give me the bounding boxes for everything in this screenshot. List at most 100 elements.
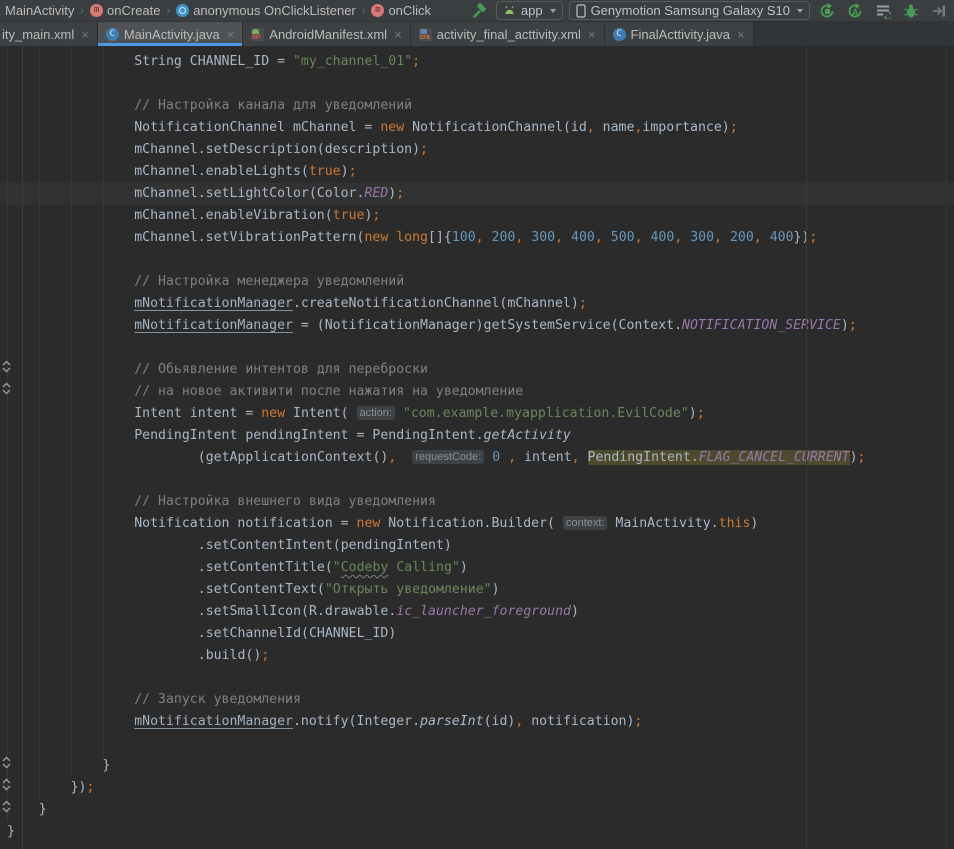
indent-guide bbox=[71, 47, 72, 777]
code-line[interactable] bbox=[0, 73, 954, 95]
code-line[interactable]: } bbox=[0, 821, 954, 843]
apply-code-changes-icon[interactable]: A bbox=[844, 1, 866, 21]
tab-label: AndroidManifest.xml bbox=[269, 27, 387, 42]
code-line[interactable]: // на новое активити после нажатия на ув… bbox=[0, 381, 954, 403]
code-line[interactable]: Notification notification = new Notifica… bbox=[0, 513, 954, 535]
code-line[interactable]: // Настройка канала для уведомлений bbox=[0, 95, 954, 117]
code-line[interactable] bbox=[0, 249, 954, 271]
tab-label: FinalActtivity.java bbox=[631, 27, 730, 42]
close-icon[interactable]: × bbox=[227, 27, 235, 42]
code-area[interactable]: String CHANNEL_ID = "my_channel_01"; // Н… bbox=[0, 47, 954, 843]
code-line[interactable]: .setSmallIcon(R.drawable.ic_launcher_for… bbox=[0, 601, 954, 623]
tab-mainactivity-java[interactable]: C MainActivity.java × bbox=[98, 22, 243, 46]
breadcrumb-item-onclick[interactable]: m onClick bbox=[368, 3, 434, 18]
code-line[interactable]: mChannel.enableVibration(true); bbox=[0, 205, 954, 227]
parameter-hint: context: bbox=[563, 516, 608, 530]
tab-finalacttivity-java[interactable]: C FinalActtivity.java × bbox=[605, 22, 754, 46]
code-line[interactable]: .setContentText("Открыть уведомление") bbox=[0, 579, 954, 601]
code-line-current[interactable]: mChannel.setLightColor(Color.RED); bbox=[0, 183, 954, 205]
rerun-activity-icon[interactable] bbox=[816, 1, 838, 21]
attach-debugger-icon[interactable] bbox=[928, 1, 950, 21]
code-line[interactable]: // Настройка внешнего вида уведомления bbox=[0, 491, 954, 513]
code-line[interactable]: mChannel.setVibrationPattern(new long[]{… bbox=[0, 227, 954, 249]
parameter-hint: action: bbox=[357, 406, 395, 420]
code-line[interactable]: (getApplicationContext(), requestCode: 0… bbox=[0, 447, 954, 469]
code-line[interactable]: mNotificationManager.notify(Integer.pars… bbox=[0, 711, 954, 733]
profiler-icon[interactable] bbox=[872, 1, 894, 21]
indent-guide bbox=[7, 47, 8, 821]
fold-marker-icon[interactable] bbox=[1, 777, 12, 797]
tab-label: activity_final_acttivity.xml bbox=[437, 27, 581, 42]
debug-icon[interactable] bbox=[900, 1, 922, 21]
close-icon[interactable]: × bbox=[737, 27, 745, 42]
breadcrumb-separator: › bbox=[166, 5, 172, 17]
code-line[interactable]: .setChannelId(CHANNEL_ID) bbox=[0, 623, 954, 645]
breadcrumb-label: onClick bbox=[388, 3, 431, 18]
tab-label: ity_main.xml bbox=[2, 27, 74, 42]
code-line[interactable]: .build(); bbox=[0, 645, 954, 667]
code-editor[interactable]: String CHANNEL_ID = "my_channel_01"; // Н… bbox=[0, 47, 954, 849]
scrollbar-track-border bbox=[946, 47, 947, 849]
chevron-down-icon bbox=[797, 9, 803, 13]
fold-marker-icon[interactable] bbox=[1, 359, 12, 379]
gutter-border bbox=[22, 47, 23, 849]
code-line[interactable]: }); bbox=[0, 777, 954, 799]
close-icon[interactable]: × bbox=[394, 27, 402, 42]
android-icon bbox=[503, 5, 516, 16]
tab-activity-final-acttivity-xml[interactable]: activity_final_acttivity.xml × bbox=[411, 22, 605, 46]
fold-marker-icon[interactable] bbox=[1, 755, 12, 775]
android-studio-window: MainActivity › m onCreate › anonymous On… bbox=[0, 0, 954, 849]
code-line[interactable]: // Запуск уведомления bbox=[0, 689, 954, 711]
fold-marker-icon[interactable] bbox=[1, 799, 12, 819]
breadcrumb-separator: › bbox=[361, 5, 367, 17]
breadcrumb-label: anonymous OnClickListener bbox=[193, 3, 356, 18]
fold-marker-icon[interactable] bbox=[1, 381, 12, 401]
breadcrumb-label: MainActivity bbox=[5, 3, 74, 18]
code-line[interactable]: mChannel.setDescription(description); bbox=[0, 139, 954, 161]
java-class-icon: C bbox=[106, 28, 119, 41]
right-margin-line bbox=[806, 47, 807, 849]
method-icon: m bbox=[371, 4, 384, 17]
device-label: Genymotion Samsung Galaxy S10 bbox=[591, 3, 790, 18]
indent-guide bbox=[103, 47, 104, 755]
close-icon[interactable]: × bbox=[81, 27, 89, 42]
code-line[interactable]: // Обьявление интентов для переброски bbox=[0, 359, 954, 381]
run-configuration-selector[interactable]: app bbox=[496, 1, 563, 20]
close-icon[interactable]: × bbox=[588, 27, 596, 42]
method-icon: m bbox=[90, 4, 103, 17]
tab-androidmanifest-xml[interactable]: AndroidManifest.xml × bbox=[243, 22, 410, 46]
code-line[interactable] bbox=[0, 733, 954, 755]
run-configuration-label: app bbox=[521, 3, 543, 18]
chevron-down-icon bbox=[550, 9, 556, 13]
manifest-file-icon bbox=[251, 28, 264, 41]
java-class-icon: C bbox=[613, 28, 626, 41]
code-line[interactable]: mNotificationManager = (NotificationMana… bbox=[0, 315, 954, 337]
svg-text:A: A bbox=[852, 7, 859, 17]
breadcrumb-item-anonymous-onclicklistener[interactable]: anonymous OnClickListener bbox=[173, 3, 359, 18]
tab-activity-main-xml[interactable]: ity_main.xml × bbox=[0, 22, 98, 46]
code-line[interactable]: NotificationChannel mChannel = new Notif… bbox=[0, 117, 954, 139]
editor-tab-bar: ity_main.xml × C MainActivity.java × And… bbox=[0, 22, 954, 46]
code-line[interactable]: mNotificationManager.createNotificationC… bbox=[0, 293, 954, 315]
breadcrumb-separator: › bbox=[79, 5, 85, 17]
code-line[interactable]: .setContentIntent(pendingIntent) bbox=[0, 535, 954, 557]
code-line[interactable]: // Настройка менеджера уведомлений bbox=[0, 271, 954, 293]
breadcrumb-item-mainactivity[interactable]: MainActivity bbox=[2, 3, 77, 18]
code-line[interactable] bbox=[0, 469, 954, 491]
code-line[interactable]: .setContentTitle("Codeby Calling") bbox=[0, 557, 954, 579]
breadcrumb-item-oncreate[interactable]: m onCreate bbox=[87, 3, 163, 18]
code-line[interactable] bbox=[0, 337, 954, 359]
code-line[interactable]: } bbox=[0, 755, 954, 777]
code-line[interactable]: Intent intent = new Intent( action: "com… bbox=[0, 403, 954, 425]
code-line[interactable] bbox=[0, 667, 954, 689]
indent-guide bbox=[39, 47, 40, 799]
device-selector[interactable]: Genymotion Samsung Galaxy S10 bbox=[569, 1, 810, 20]
code-line[interactable]: String CHANNEL_ID = "my_channel_01"; bbox=[0, 51, 954, 73]
code-line[interactable]: mChannel.enableLights(true); bbox=[0, 161, 954, 183]
build-hammer-icon[interactable] bbox=[468, 1, 490, 21]
code-line[interactable]: } bbox=[0, 799, 954, 821]
code-line[interactable]: PendingIntent pendingIntent = PendingInt… bbox=[0, 425, 954, 447]
anonymous-class-icon bbox=[176, 4, 189, 17]
tab-label: MainActivity.java bbox=[124, 27, 220, 42]
layout-xml-icon bbox=[419, 28, 432, 41]
